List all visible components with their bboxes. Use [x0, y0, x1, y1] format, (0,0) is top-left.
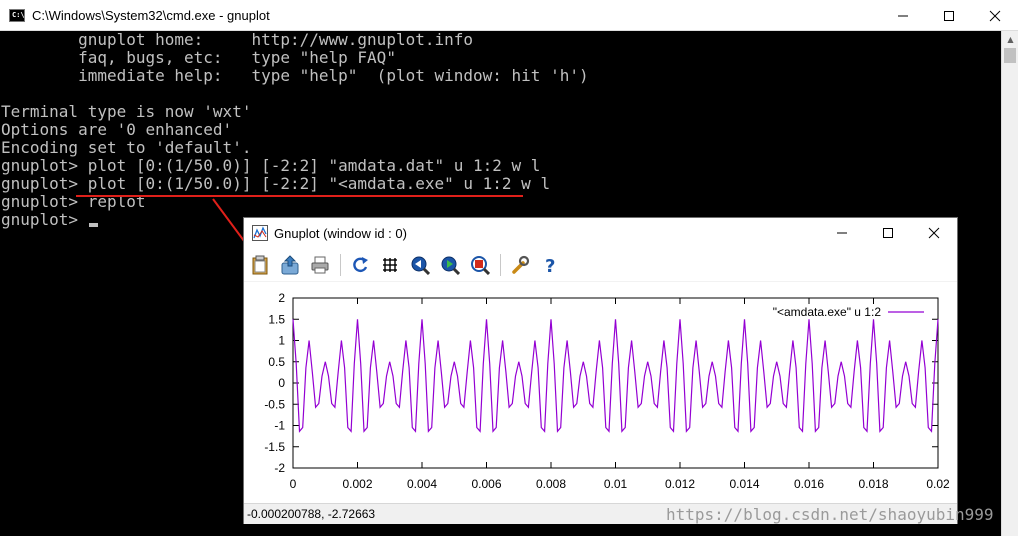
- console-line: gnuplot> plot [0:(1/50.0)] [-2:2] "amdat…: [1, 156, 541, 175]
- legend-label: "<amdata.exe" u 1:2: [773, 305, 882, 319]
- console-line: Options are '0 enhanced': [1, 120, 233, 139]
- svg-text:?: ?: [545, 256, 555, 275]
- cmd-icon: C:\: [9, 9, 25, 22]
- close-button[interactable]: [972, 0, 1018, 31]
- gnuplot-window: Gnuplot (window id : 0) ? 2 1.5 1 0.5 0 …: [243, 217, 958, 524]
- minimize-button[interactable]: [880, 0, 926, 31]
- gnuplot-app-icon: [252, 225, 268, 241]
- x-tick-label: 0.012: [665, 477, 695, 491]
- gnuplot-window-title: Gnuplot (window id : 0): [274, 226, 407, 241]
- y-tick-label: -1: [274, 419, 285, 433]
- x-tick-label: 0.01: [604, 477, 628, 491]
- gnuplot-minimize-button[interactable]: [819, 218, 865, 248]
- maximize-button[interactable]: [926, 0, 972, 31]
- y-tick-label: 0.5: [268, 355, 285, 369]
- toolbar-separator: [340, 254, 341, 276]
- cmd-window-title: C:\Windows\System32\cmd.exe - gnuplot: [32, 8, 270, 23]
- watermark-text: https://blog.csdn.net/shaoyubin999: [666, 505, 994, 524]
- close-icon: [989, 10, 1001, 21]
- x-tick-label: 0.004: [407, 477, 437, 491]
- gnuplot-toolbar: ?: [244, 248, 957, 282]
- next-zoom-icon[interactable]: [438, 253, 462, 277]
- vertical-scrollbar[interactable]: ▲: [1001, 31, 1018, 536]
- autoscale-icon[interactable]: [468, 253, 492, 277]
- y-tick-label: 2: [278, 291, 285, 305]
- help-icon[interactable]: ?: [538, 253, 562, 277]
- text-cursor: [88, 223, 98, 227]
- console-line: Encoding set to 'default'.: [1, 138, 252, 157]
- toolbar-separator: [500, 254, 501, 276]
- close-icon: [928, 227, 940, 239]
- y-tick-label: 1.5: [268, 312, 285, 326]
- y-tick-label: -1.5: [264, 440, 285, 454]
- y-tick-label: 1: [278, 334, 285, 348]
- scroll-thumb[interactable]: [1004, 48, 1016, 63]
- console-line: gnuplot> plot [0:(1/50.0)] [-2:2] "<amda…: [1, 174, 551, 193]
- x-tick-label: 0.014: [729, 477, 759, 491]
- gnuplot-maximize-button[interactable]: [865, 218, 911, 248]
- plot-area[interactable]: 2 1.5 1 0.5 0 -0.5 -1 -1.5 -2 0 0.002 0.004 0.006 0.0…: [244, 282, 957, 502]
- console-line: gnuplot home: http://www.gnuplot.info: [1, 31, 474, 49]
- minimize-icon: [837, 232, 847, 234]
- gnuplot-close-button[interactable]: [911, 218, 957, 248]
- cursor-coordinates: -0.000200788, -2.72663: [247, 507, 376, 521]
- scroll-up-arrow-icon[interactable]: ▲: [1002, 31, 1018, 48]
- x-tick-label: 0.018: [858, 477, 888, 491]
- cmd-titlebar: C:\ C:\Windows\System32\cmd.exe - gnuplo…: [0, 0, 1018, 31]
- gnuplot-titlebar: Gnuplot (window id : 0): [244, 218, 957, 248]
- maximize-icon: [944, 10, 954, 21]
- print-icon[interactable]: [308, 253, 332, 277]
- copy-clipboard-icon[interactable]: [248, 253, 272, 277]
- console-prompt-line: gnuplot>: [1, 211, 98, 229]
- y-tick-label: -0.5: [264, 397, 285, 411]
- x-tick-label: 0.006: [471, 477, 501, 491]
- maximize-icon: [883, 228, 893, 238]
- config-icon[interactable]: [508, 253, 532, 277]
- y-tick-label: 0: [278, 376, 285, 390]
- console-line: Terminal type is now 'wxt': [1, 102, 252, 121]
- console-line: immediate help: type "help" (plot window…: [1, 66, 589, 85]
- x-tick-label: 0: [290, 477, 297, 491]
- series-line: [292, 319, 939, 433]
- replot-icon[interactable]: [348, 253, 372, 277]
- x-tick-label: 0.02: [926, 477, 950, 491]
- x-tick-label: 0.002: [342, 477, 372, 491]
- export-icon[interactable]: [278, 253, 302, 277]
- console-line: faq, bugs, etc: type "help FAQ": [1, 48, 396, 67]
- grid-icon[interactable]: [378, 253, 402, 277]
- plot-canvas[interactable]: 2 1.5 1 0.5 0 -0.5 -1 -1.5 -2 0 0.002 0.004 0.006 0.0…: [244, 282, 957, 502]
- x-tick-label: 0.008: [536, 477, 566, 491]
- x-tick-label: 0.016: [794, 477, 824, 491]
- cmd-icon-text: C:\: [12, 11, 25, 19]
- previous-zoom-icon[interactable]: [408, 253, 432, 277]
- minimize-icon: [898, 15, 908, 16]
- highlight-underline: [76, 195, 523, 197]
- console-prompt: gnuplot>: [1, 210, 88, 229]
- y-tick-label: -2: [274, 461, 285, 475]
